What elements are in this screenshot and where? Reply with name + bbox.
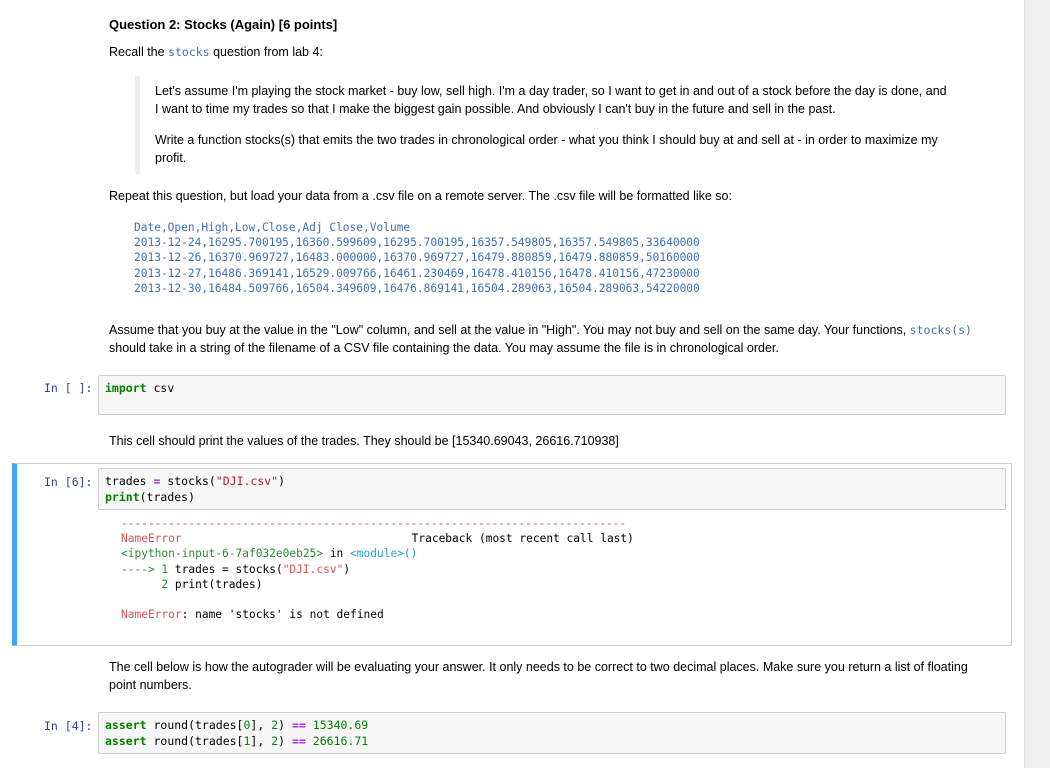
error-name: NameError [121, 608, 182, 622]
autograder-instructions: The cell below is how the autograder wil… [109, 658, 989, 694]
recall-inline-code: stocks [168, 45, 210, 59]
traceback-line-2: 2 print(trades) [121, 577, 634, 592]
error-message: NameError: name 'stocks' is not defined [121, 607, 634, 622]
csv-line: 2013-12-30,16484.509766,16504.349609,164… [134, 281, 700, 295]
traceback-label: Traceback (most recent call last) [411, 532, 634, 546]
number-literal: 15340.69 [312, 718, 369, 732]
bq-p2-line1: Write a function stocks(s) that emits th… [155, 133, 938, 147]
assume-inline-code: stocks(s) [909, 323, 972, 337]
input-ref: <ipython-input-6-7af032e0eb25> [121, 547, 324, 561]
keyword: import [105, 381, 147, 395]
code-text: ) [278, 474, 286, 488]
arrow: ----> [121, 562, 155, 576]
code-text: ) [278, 718, 292, 732]
operator: == [292, 718, 306, 732]
error-text: : name 'stocks' is not defined [181, 608, 384, 622]
operator: == [292, 733, 306, 748]
keyword: assert [105, 733, 147, 748]
code-text: stocks( [160, 474, 216, 488]
code-text: ) [278, 733, 292, 748]
cell-3-code-input[interactable]: assert round(trades[0], 2) == 15340.69 a… [98, 712, 1006, 754]
blockquote-paragraph-2: Write a function stocks(s) that emits th… [155, 131, 965, 167]
bq-p1-line2: I want to time my trades so that I make … [155, 102, 836, 116]
csv-example-block: Date,Open,High,Low,Close,Adj Close,Volum… [134, 220, 700, 296]
number-literal: 26616.71 [312, 733, 369, 748]
cell-1-code-input[interactable]: import csv [98, 375, 1006, 415]
code-line-2: assert round(trades[1], 2) == 26616.71 [105, 734, 999, 750]
code-text: csv [146, 381, 175, 395]
notebook-page: Question 2: Stocks (Again) [6 points] Re… [0, 0, 1024, 768]
blockquote-paragraph-1: Let's assume I'm playing the stock marke… [155, 82, 965, 118]
keyword: assert [105, 718, 147, 732]
csv-line: 2013-12-27,16486.369141,16529.009766,164… [134, 266, 700, 280]
recall-suffix: question from lab 4: [213, 45, 323, 59]
cell-2-prompt: In [6]: [44, 475, 93, 489]
string-literal: "DJI.csv" [282, 562, 344, 576]
vertical-scrollbar[interactable] [1024, 0, 1050, 768]
line-number: 2 [121, 577, 169, 591]
cell-1-prompt: In [ ]: [44, 381, 93, 395]
csv-line: Date,Open,High,Low,Close,Adj Close,Volum… [134, 221, 411, 234]
traceback-line-1: ----> 1 trades = stocks("DJI.csv") [121, 562, 634, 577]
recall-text: Recall the stocks question from lab 4: [109, 43, 323, 61]
module-ref: <module>() [350, 547, 418, 561]
code-text: in [323, 547, 351, 561]
csv-line: 2013-12-24,16295.700195,16360.599609,162… [134, 236, 700, 250]
traceback-divider: ----------------------------------------… [121, 517, 627, 530]
print-instructions: This cell should print the values of the… [109, 434, 619, 448]
assume-line1: Assume that you buy at the value in the … [109, 323, 907, 337]
traceback-location: <ipython-input-6-7af032e0eb25> in <modul… [121, 546, 634, 561]
question-title: Question 2: Stocks (Again) [6 points] [109, 17, 338, 32]
cell-3-prompt: In [4]: [44, 719, 93, 733]
autograder-line2: point numbers. [109, 678, 192, 692]
recall-prefix: Recall the [109, 45, 165, 59]
code-text: (trades) [139, 489, 196, 504]
traceback-output: ----------------------------------------… [121, 516, 634, 622]
code-line-1: assert round(trades[0], 2) == 15340.69 [105, 718, 999, 734]
bq-p1-line1: Let's assume I'm playing the stock marke… [155, 84, 947, 98]
string-literal: "DJI.csv" [215, 474, 279, 488]
code-text: trades [105, 474, 154, 488]
traceback-header: NameError Traceback (most recent call las… [121, 531, 634, 546]
code-text: round(trades[ [146, 718, 244, 732]
assume-line2: should take in a string of the filename … [109, 341, 779, 355]
code-line-2: print(trades) [105, 490, 999, 506]
error-name: NameError [121, 532, 182, 546]
cell-2-code-input[interactable]: trades = stocks("DJI.csv") print(trades) [98, 468, 1006, 510]
code-text: ], [250, 733, 272, 748]
assume-instructions: Assume that you buy at the value in the … [109, 321, 989, 357]
builtin: print [105, 489, 140, 504]
problem-blockquote: Let's assume I'm playing the stock marke… [135, 76, 965, 174]
bq-p2-line2: profit. [155, 151, 187, 165]
code-text: round(trades[ [146, 733, 244, 748]
code-text: trades = stocks( [168, 562, 283, 576]
code-text: ) [343, 562, 351, 576]
code-line-1: trades = stocks("DJI.csv") [105, 474, 999, 490]
code-text: ], [250, 718, 272, 732]
csv-line: 2013-12-26,16370.969727,16483.000000,163… [134, 251, 700, 265]
line-number: 1 [154, 562, 169, 576]
autograder-line1: The cell below is how the autograder wil… [109, 660, 968, 674]
code-text: print(trades) [168, 577, 263, 591]
repeat-instructions: Repeat this question, but load your data… [109, 189, 732, 203]
